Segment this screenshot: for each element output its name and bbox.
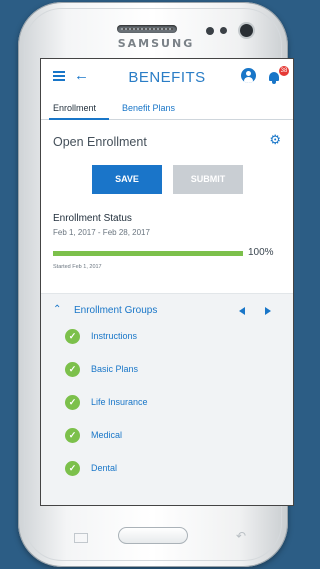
check-icon: ✓ (65, 395, 80, 410)
proximity-sensor (206, 27, 214, 35)
progress-fill (53, 251, 243, 256)
status-title: Enrollment Status (53, 213, 132, 224)
check-icon: ✓ (65, 329, 80, 344)
save-button[interactable]: SAVE (92, 165, 162, 194)
next-icon[interactable] (265, 307, 271, 315)
back-key[interactable]: ↶ (236, 529, 246, 543)
group-item-label[interactable]: Instructions (91, 331, 137, 341)
list-item[interactable]: ✓ Dental (41, 458, 293, 491)
gear-icon[interactable]: ⚙ (269, 133, 281, 146)
app-bar: ← BENEFITS 38 (41, 59, 293, 96)
list-item[interactable]: ✓ Instructions (41, 326, 293, 359)
progress-percent: 100% (248, 247, 274, 258)
group-list: ✓ Instructions ✓ Basic Plans ✓ Life Insurance… (41, 326, 293, 491)
list-item[interactable]: ✓ Medical (41, 425, 293, 458)
group-item-label[interactable]: Basic Plans (91, 364, 138, 374)
user-icon[interactable] (241, 68, 256, 83)
home-button[interactable] (118, 527, 188, 544)
groups-title[interactable]: Enrollment Groups (74, 305, 157, 316)
tab-benefit-plans[interactable]: Benefit Plans (122, 103, 175, 113)
front-camera (240, 24, 253, 37)
groups-header[interactable]: ⌃ Enrollment Groups (41, 294, 293, 326)
group-item-label[interactable]: Dental (91, 463, 117, 473)
progress-bar (53, 251, 243, 256)
check-icon: ✓ (65, 428, 80, 443)
notification-badge: 38 (279, 66, 289, 76)
submit-button[interactable]: SUBMIT (173, 165, 243, 194)
status-dates: Feb 1, 2017 - Feb 28, 2017 (53, 228, 150, 237)
tab-bar: Enrollment Benefit Plans (41, 96, 293, 120)
device-brand: SAMSUNG (117, 37, 195, 50)
prev-icon[interactable] (239, 307, 245, 315)
group-item-label[interactable]: Medical (91, 430, 122, 440)
tab-enrollment[interactable]: Enrollment (53, 103, 96, 113)
group-item-label[interactable]: Life Insurance (91, 397, 148, 407)
list-item[interactable]: ✓ Life Insurance (41, 392, 293, 425)
section-title: Open Enrollment (53, 135, 147, 149)
started-date: Started Feb 1, 2017 (53, 264, 102, 270)
chevron-up-icon[interactable]: ⌃ (53, 304, 61, 315)
check-icon: ✓ (65, 461, 80, 476)
app-screen: ← BENEFITS 38 Enrollment Benefit Plans O… (40, 58, 294, 506)
check-icon: ✓ (65, 362, 80, 377)
list-item[interactable]: ✓ Basic Plans (41, 359, 293, 392)
menu-key[interactable] (74, 533, 88, 543)
section-header: Open Enrollment ⚙ (41, 120, 293, 156)
enrollment-groups-panel: ⌃ Enrollment Groups ✓ Instructions ✓ Basic … (41, 293, 293, 505)
light-sensor (220, 27, 227, 34)
speaker-grille (117, 25, 177, 33)
